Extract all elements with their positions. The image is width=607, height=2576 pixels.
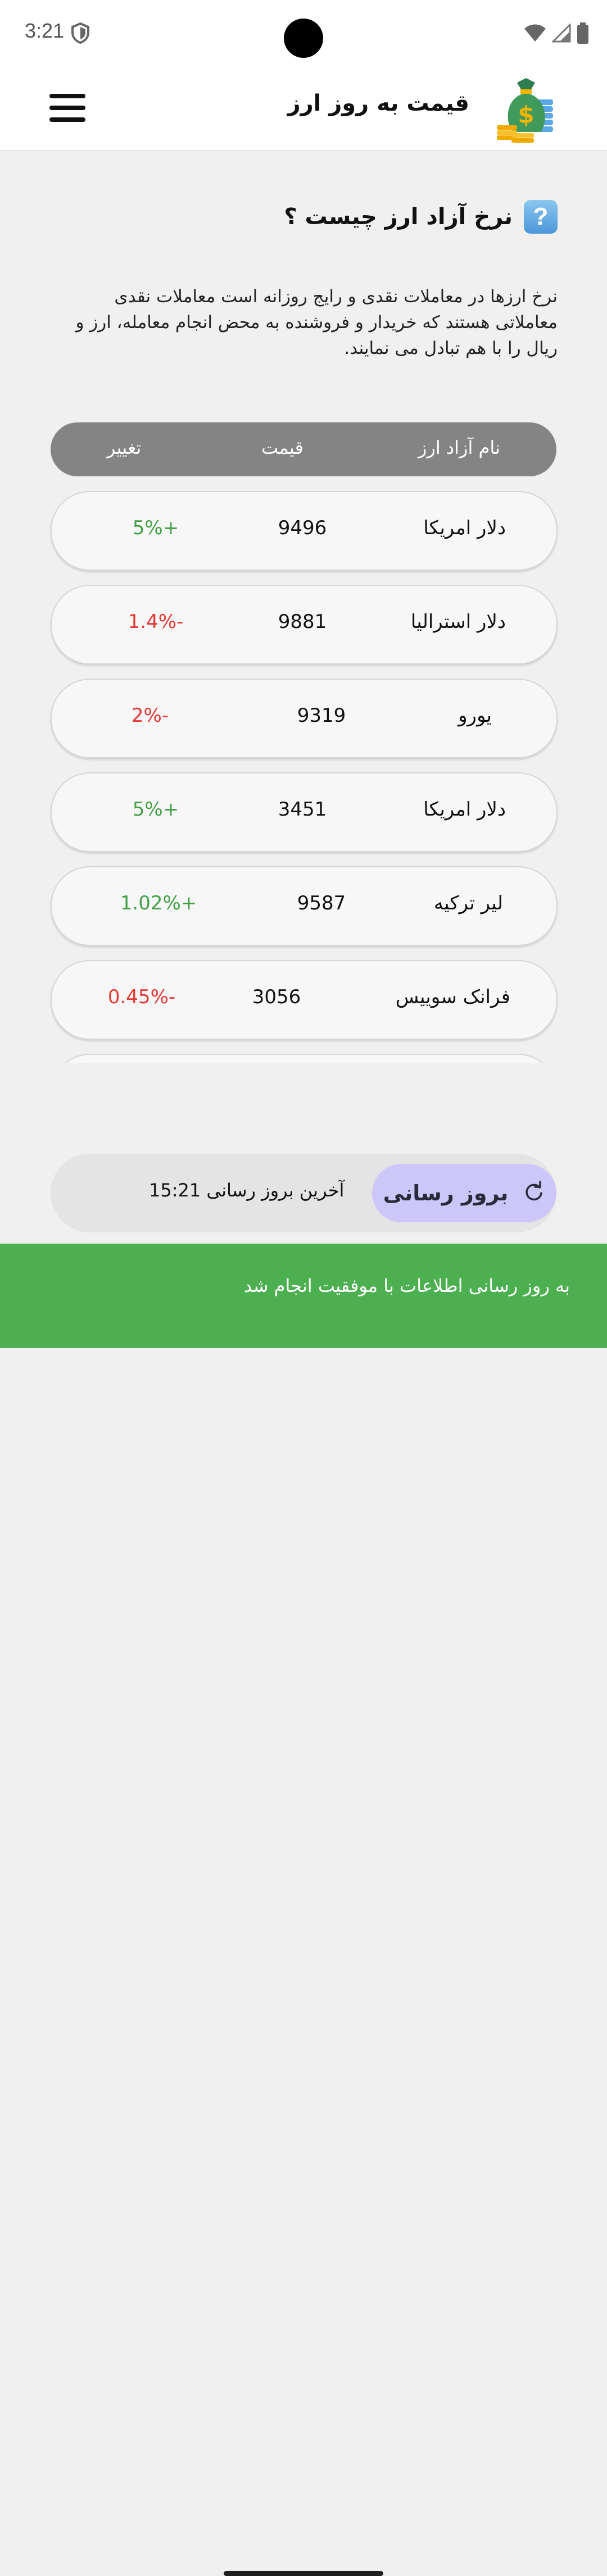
currency-price: 9587 (297, 892, 346, 914)
last-update-label: آخرین بروز رسانی (206, 1180, 345, 1201)
currency-row[interactable]: دلار امریکا 3451 5%+ (51, 772, 558, 852)
currency-name: دلار امریکا (423, 517, 506, 539)
currency-row[interactable]: دلار امریکا 9496 5%+ (51, 491, 558, 571)
currency-change: 1.4%- (128, 611, 184, 633)
signal-icon (551, 22, 571, 45)
snackbar-message: به روز رسانی اطلاعات با موفقیت انجام شد (243, 1275, 570, 1296)
currency-change: 0.45%- (107, 986, 176, 1008)
question-heading: ? نرخ آزاد ارز چیست ؟ (284, 200, 558, 234)
battery-icon (577, 22, 589, 46)
home-indicator[interactable] (224, 2571, 383, 2576)
svg-text:$: $ (518, 101, 534, 129)
currency-price: 9496 (278, 517, 327, 539)
currency-change: 1.02%+ (120, 892, 197, 914)
currency-price: 3056 (252, 986, 301, 1008)
table-header: نام آزاد ارز قیمت تغییر (51, 422, 556, 476)
status-bar: 3:21 (0, 0, 607, 70)
question-title: نرخ آزاد ارز چیست ؟ (284, 204, 513, 230)
last-update-time: 15:21 (149, 1180, 201, 1201)
currency-price: 3451 (278, 798, 327, 821)
app-bar: قیمت به روز ارز $ (0, 70, 607, 151)
refresh-button[interactable]: بروز رسانی (372, 1164, 556, 1222)
header-price: قیمت (261, 437, 304, 458)
currency-name: لیر ترکیه (433, 892, 503, 914)
currency-change: 5%+ (132, 798, 179, 821)
header-change: تغییر (107, 437, 142, 458)
currency-row[interactable]: دلار استرالیا 9881 1.4%- (51, 585, 558, 665)
currency-list[interactable]: دلار امریکا 9496 5%+ دلار استرالیا 9881 … (0, 483, 607, 1063)
currency-row[interactable] (51, 1054, 558, 1063)
currency-change: 2%- (131, 704, 169, 727)
currency-row[interactable]: لیر ترکیه 9587 1.02%+ (51, 866, 558, 946)
intro-description: نرخ ارزها در معاملات نقدی و رایج روزانه … (75, 286, 558, 358)
camera-cutout (284, 19, 323, 58)
currency-price: 9881 (278, 611, 327, 633)
status-time: 3:21 (25, 19, 65, 42)
currency-name: یورو (458, 704, 492, 727)
currency-name: دلار استرالیا (410, 611, 506, 633)
currency-name: دلار امریکا (423, 798, 506, 821)
last-update-text: آخرین بروز رسانی 15:21 (149, 1180, 344, 1201)
snackbar: به روز رسانی اطلاعات با موفقیت انجام شد (0, 1244, 607, 2576)
header-name: نام آزاد ارز (418, 437, 500, 458)
update-bar: بروز رسانی آخرین بروز رسانی 15:21 (51, 1154, 556, 1232)
hamburger-menu-icon[interactable] (49, 94, 85, 125)
wifi-icon (524, 24, 546, 45)
currency-price: 9319 (297, 704, 346, 727)
refresh-icon (523, 1181, 545, 1205)
app-title: قیمت به روز ارز (287, 90, 469, 116)
currency-row[interactable]: فرانک سوییس 3056 0.45%- (51, 960, 558, 1040)
money-bag-icon: $ (495, 77, 558, 143)
question-icon: ? (524, 200, 558, 234)
shield-icon (71, 22, 90, 46)
currency-row[interactable]: یورو 9319 2%- (51, 679, 558, 758)
currency-name: فرانک سوییس (395, 986, 510, 1008)
refresh-button-label: بروز رسانی (383, 1181, 509, 1205)
currency-change: 5%+ (132, 517, 179, 539)
status-icons (524, 22, 589, 46)
